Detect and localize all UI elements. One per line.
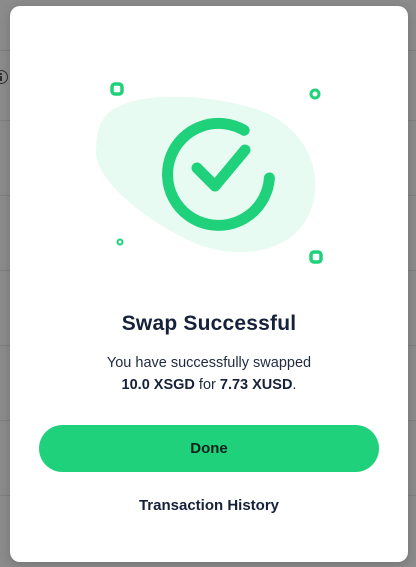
transaction-history-link[interactable]: Transaction History <box>10 497 408 514</box>
modal-title: Swap Successful <box>121 312 297 335</box>
confetti-dot <box>309 88 321 100</box>
summary-line-2: 10.0 XSGD for 7.73 XUSD. <box>10 374 408 396</box>
check-circle-icon <box>95 82 323 264</box>
summary-connector: for <box>194 377 220 393</box>
summary-period: . <box>292 377 297 393</box>
summary-line-1: You have successfully swapped <box>106 355 312 371</box>
swap-summary: You have successfully swapped 10.0 XSGD … <box>10 352 408 396</box>
confetti-dot <box>116 238 124 246</box>
from-amount: 10.0 XSGD <box>121 377 195 393</box>
confetti-square <box>110 82 124 96</box>
confetti-square <box>309 250 323 264</box>
done-button[interactable]: Done <box>39 425 379 472</box>
info-icon <box>0 70 8 84</box>
to-amount: 7.73 XUSD <box>219 377 293 393</box>
swap-success-modal: Swap Successful You have successfully sw… <box>10 6 408 562</box>
success-illustration <box>84 70 334 270</box>
